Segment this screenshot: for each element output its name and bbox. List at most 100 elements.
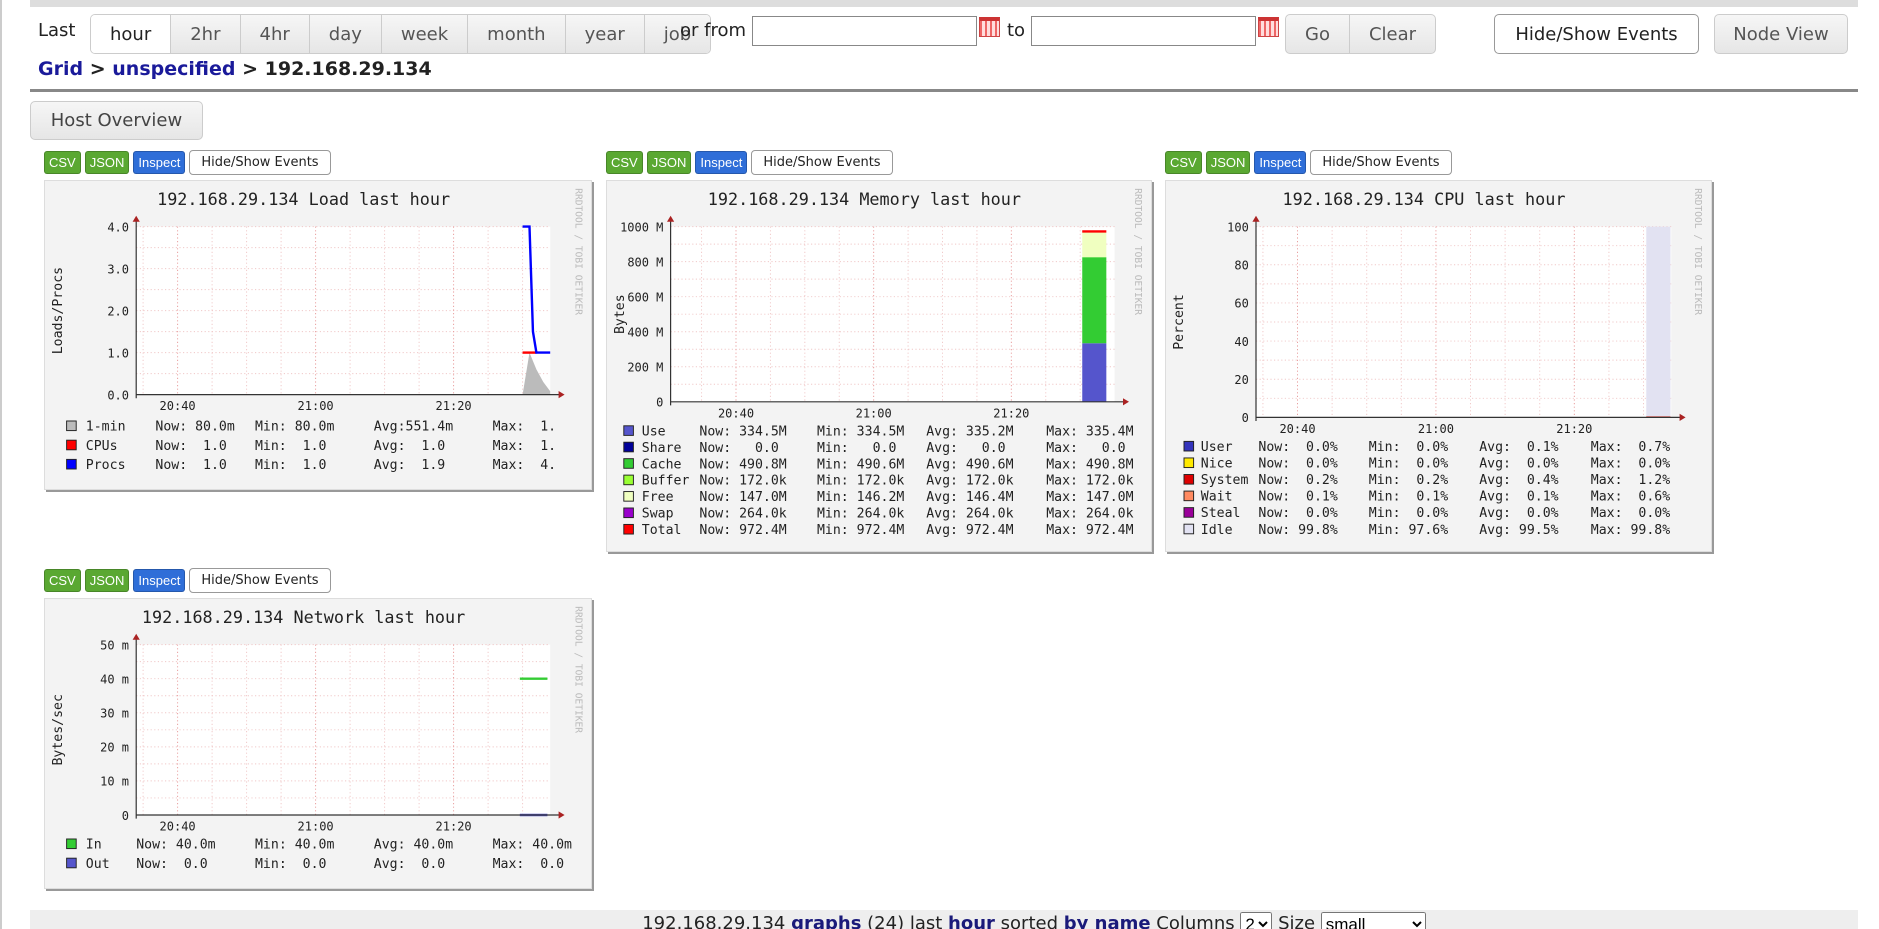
- inspect-button[interactable]: Inspect: [133, 150, 186, 174]
- legend-now: Now: 0.0%: [1258, 506, 1337, 521]
- x-tick-label: 21:20: [993, 406, 1029, 420]
- go-button[interactable]: Go: [1285, 14, 1350, 54]
- legend-min: Min: 40.0m: [255, 838, 334, 853]
- json-button[interactable]: JSON: [1205, 150, 1251, 174]
- inspect-button[interactable]: Inspect: [133, 568, 186, 592]
- csv-button[interactable]: CSV: [606, 150, 643, 174]
- legend-swatch: [623, 458, 634, 469]
- range-hour[interactable]: hour: [91, 15, 172, 53]
- legend-max: Max: 0.0%: [1591, 457, 1670, 472]
- size-select[interactable]: small: [1320, 912, 1426, 929]
- x-tick-label: 20:40: [718, 406, 754, 420]
- footer-range-link[interactable]: hour: [948, 913, 995, 929]
- graph-panel[interactable]: 192.168.29.134 Memory last hour Bytes RRDT…: [606, 180, 1152, 552]
- legend-label: Swap: [642, 507, 674, 522]
- legend-avg: Avg: 172.0k: [926, 474, 1013, 489]
- legend-label: System: [1201, 473, 1249, 488]
- range-year[interactable]: year: [565, 15, 645, 53]
- legend-label: User: [1201, 440, 1233, 455]
- calendar-icon[interactable]: [979, 17, 1000, 37]
- legend-now: Now: 0.0%: [1258, 440, 1337, 455]
- y-tick-label: 2.0: [107, 304, 129, 318]
- y-tick-label: 600 M: [627, 290, 663, 304]
- x-tick-label: 21:00: [856, 406, 892, 420]
- legend-max: Max: 4.: [493, 458, 557, 473]
- y-tick-label: 800 M: [627, 255, 663, 269]
- legend-now: Now: 0.2%: [1258, 473, 1337, 488]
- y-tick-label: 0: [656, 396, 663, 410]
- footer-last: last: [909, 913, 943, 929]
- y-axis-arrow: [1252, 215, 1260, 222]
- y-tick-label: 1.0: [107, 346, 129, 360]
- graph-hide-show-events-button[interactable]: Hide/Show Events: [189, 567, 331, 593]
- x-tick-label: 21:20: [436, 820, 472, 834]
- graph-hide-show-events-button[interactable]: Hide/Show Events: [1310, 149, 1452, 175]
- legend-label: CPUs: [86, 439, 118, 454]
- x-tick-label: 20:40: [1279, 422, 1315, 436]
- y-axis-arrow: [667, 215, 675, 222]
- legend-label: Wait: [1201, 490, 1233, 505]
- host-overview-button[interactable]: Host Overview: [30, 101, 203, 140]
- x-tick-label: 21:00: [298, 399, 334, 413]
- series-area-use: [1082, 343, 1107, 402]
- graph-toolbar: CSV JSON Inspect Hide/Show Events: [44, 567, 331, 593]
- legend-swatch: [1183, 490, 1195, 502]
- columns-select[interactable]: 2: [1240, 912, 1273, 929]
- y-tick-label: 60: [1234, 297, 1248, 311]
- clear-button[interactable]: Clear: [1349, 14, 1436, 54]
- legend-now: Now: 0.0%: [1258, 457, 1337, 472]
- breadcrumb-sep: >: [89, 58, 106, 80]
- graph-hide-show-events-button[interactable]: Hide/Show Events: [189, 149, 331, 175]
- legend-label: Use: [642, 424, 666, 439]
- inspect-button[interactable]: Inspect: [1254, 150, 1307, 174]
- legend-label: Idle: [1201, 523, 1233, 538]
- legend-min: Min: 972.4M: [817, 523, 904, 538]
- y-tick-label: 3.0: [107, 262, 129, 276]
- graph-svg: 192.168.29.134 CPU last hour Percent RRDTO…: [1172, 188, 1703, 538]
- footer-graphs-link[interactable]: graphs: [791, 913, 861, 929]
- range-month[interactable]: month: [468, 15, 566, 53]
- legend-max: Max: 147.0M: [1046, 490, 1133, 505]
- csv-button[interactable]: CSV: [44, 150, 81, 174]
- to-date-input[interactable]: [1031, 16, 1256, 46]
- from-date-input[interactable]: [752, 16, 977, 46]
- hide-show-events-button[interactable]: Hide/Show Events: [1494, 14, 1699, 54]
- legend-swatch: [623, 523, 634, 535]
- y-tick-label: 400 M: [627, 326, 663, 340]
- legend-swatch: [1183, 523, 1195, 535]
- legend-avg: Avg: 264.0k: [926, 507, 1013, 522]
- graph-hide-show-events-button[interactable]: Hide/Show Events: [751, 149, 893, 175]
- csv-button[interactable]: CSV: [44, 568, 81, 592]
- range-week[interactable]: week: [381, 15, 469, 53]
- legend-swatch: [66, 458, 77, 470]
- calendar-icon[interactable]: [1258, 17, 1279, 37]
- graph-panel[interactable]: 192.168.29.134 Load last hour Loads/Procs…: [44, 180, 592, 491]
- json-button[interactable]: JSON: [646, 150, 692, 174]
- left-border: [0, 0, 2, 929]
- range-day[interactable]: day: [309, 15, 382, 53]
- legend-max: Max: 1.2%: [1591, 473, 1670, 488]
- legend-swatch: [623, 474, 634, 486]
- graph-panel[interactable]: 192.168.29.134 Network last hour Bytes/se…: [44, 598, 592, 890]
- legend-min: Min: 97.6%: [1369, 523, 1448, 538]
- range-2hr[interactable]: 2hr: [171, 15, 241, 53]
- legend-min: Min: 1.0: [255, 439, 327, 454]
- json-button[interactable]: JSON: [84, 568, 130, 592]
- legend-label: Steal: [1201, 506, 1241, 521]
- node-view-button[interactable]: Node View: [1714, 14, 1848, 54]
- legend-swatch: [1183, 457, 1195, 469]
- legend-now: Now: 264.0k: [699, 507, 786, 522]
- breadcrumb-grid[interactable]: Grid: [38, 58, 83, 80]
- breadcrumb-cluster[interactable]: unspecified: [112, 58, 235, 80]
- x-tick-label: 21:20: [436, 399, 472, 413]
- csv-button[interactable]: CSV: [1165, 150, 1202, 174]
- graph-panel[interactable]: 192.168.29.134 CPU last hour Percent RRDTO…: [1165, 180, 1712, 552]
- legend-label: Total: [642, 523, 682, 538]
- range-4hr[interactable]: 4hr: [240, 15, 310, 53]
- footer-by-name-link[interactable]: by name: [1064, 913, 1151, 929]
- inspect-button[interactable]: Inspect: [695, 150, 748, 174]
- legend-swatch: [66, 838, 77, 850]
- legend-swatch: [66, 857, 77, 869]
- json-button[interactable]: JSON: [84, 150, 130, 174]
- x-tick-label: 21:00: [298, 820, 334, 834]
